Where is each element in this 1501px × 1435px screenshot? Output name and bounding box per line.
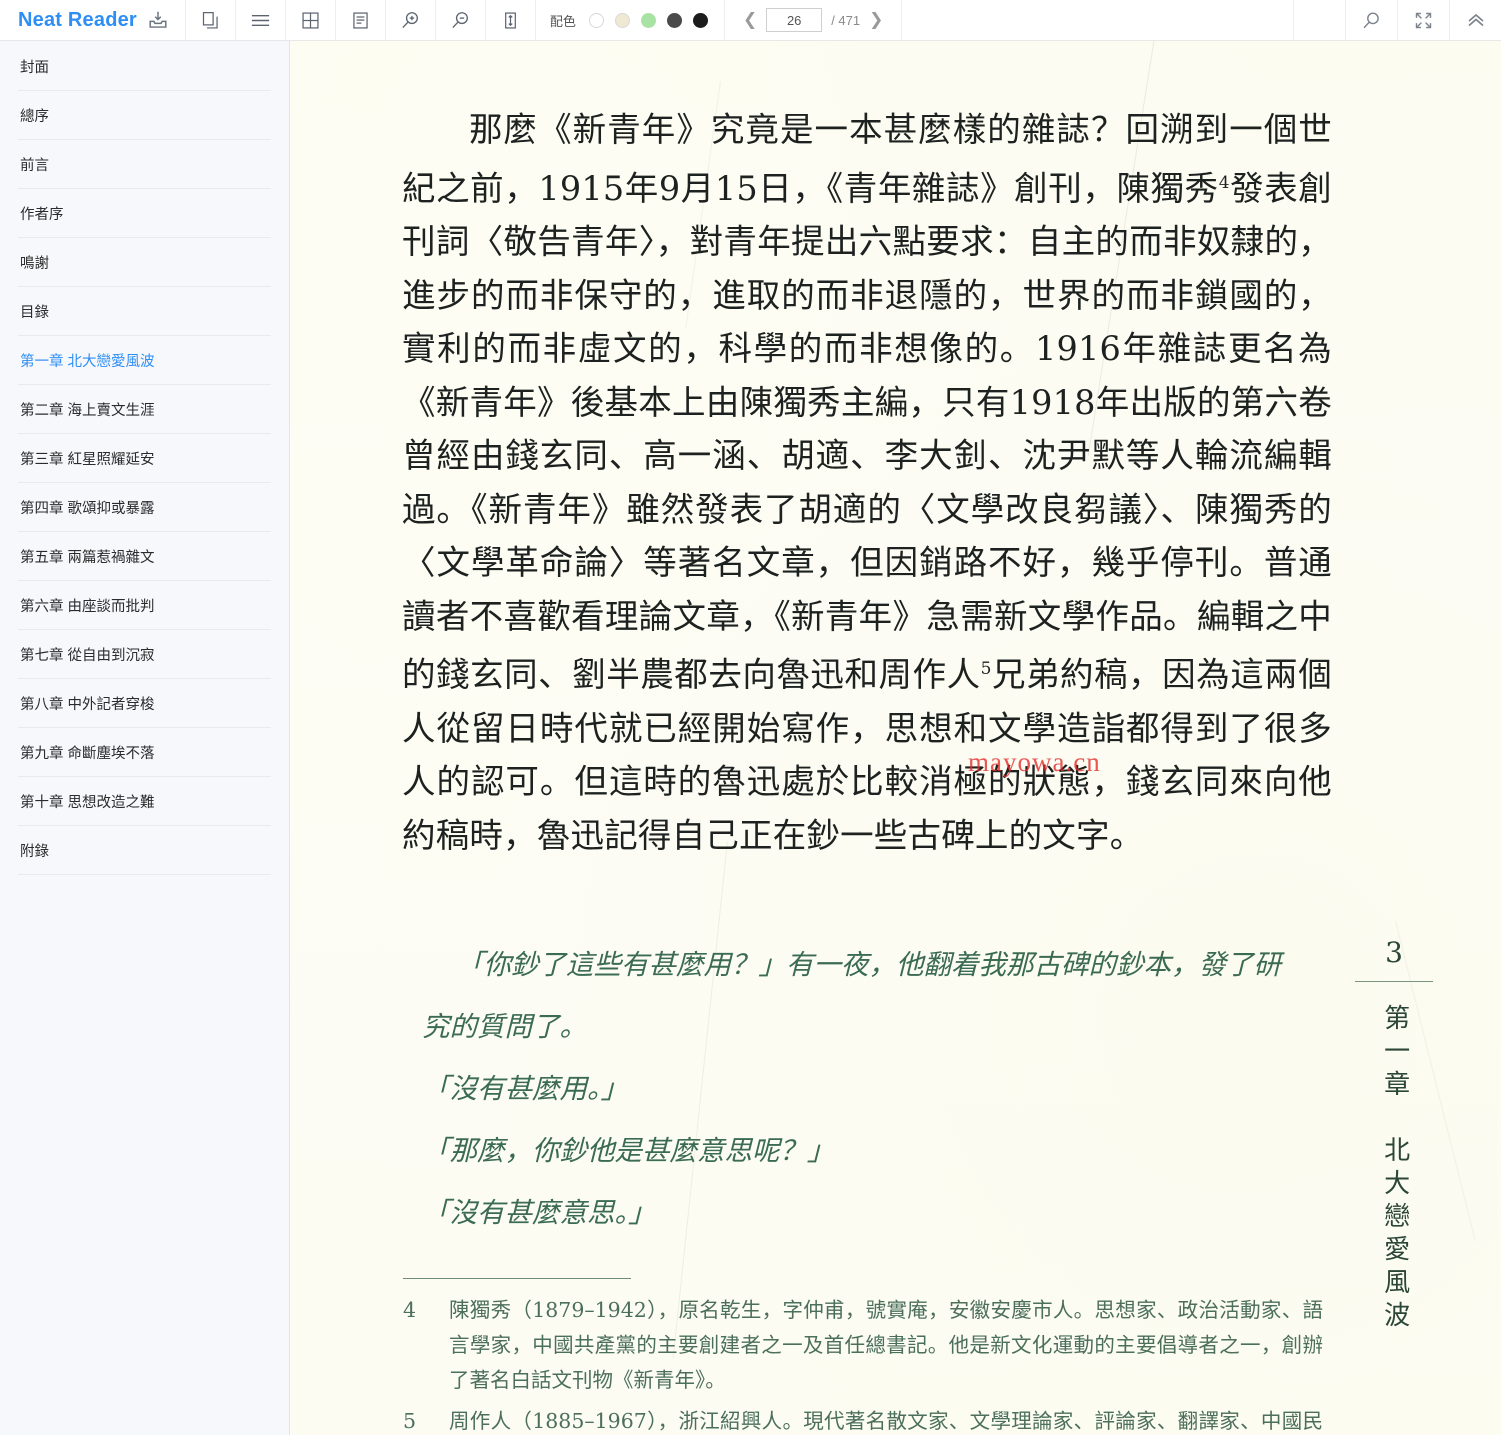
collapse-toolbar-icon[interactable]	[1449, 0, 1501, 40]
swatch-black[interactable]	[692, 12, 708, 28]
fit-height-icon[interactable]	[485, 0, 536, 40]
folio-chapter-title: 第一章 北大戀愛風波	[1379, 1004, 1410, 1334]
page-navigation: ❮ 26 / 471 ❯	[725, 0, 903, 40]
toolbar-tool-buttons	[185, 0, 536, 40]
sidebar-item-chapter-1[interactable]: 第一章 北大戀愛風波	[18, 336, 271, 385]
color-scheme-group: 配色	[536, 0, 725, 40]
footnote-text: 陳獨秀（1879–1942），原名乾生，字仲甫，號實庵，安徽安慶市人。思想家、政…	[449, 1298, 1323, 1392]
swatch-white[interactable]	[588, 12, 604, 28]
page-total-label: / 471	[831, 12, 861, 28]
cloud-sync-icon[interactable]	[1293, 0, 1345, 40]
sidebar-item-chapter-10[interactable]: 第十章 思想改造之難	[18, 777, 271, 826]
reader-viewport[interactable]: 那麼《新青年》究竟是一本甚麼樣的雜誌？回溯到一個世紀之前，1915年9月15日，…	[290, 41, 1501, 1435]
swatch-dark-gray[interactable]	[666, 12, 682, 28]
sidebar-item-contents[interactable]: 目錄	[18, 287, 271, 336]
sidebar-item-chapter-2[interactable]: 第二章 海上賣文生涯	[18, 385, 271, 434]
footnote-item: 5 周作人（1885–1967），浙江紹興人。現代著名散文家、文學理論家、評論家…	[403, 1404, 1323, 1435]
neat-reader-app: Neat Reader 配色 ❮ 26 / 471 ❯ 封面 總序 前言 作者序…	[0, 0, 1501, 1435]
copy-icon[interactable]	[185, 0, 236, 40]
footnotes: 4 陳獨秀（1879–1942），原名乾生，字仲甫，號實庵，安徽安慶市人。思想家…	[403, 1293, 1323, 1435]
sidebar-item-chapter-9[interactable]: 第九章 命斷塵埃不落	[18, 728, 271, 777]
sidebar-item-cover[interactable]: 封面	[18, 42, 271, 91]
grid-layout-icon[interactable]	[285, 0, 336, 40]
main-area: 封面 總序 前言 作者序 鳴謝 目錄 第一章 北大戀愛風波 第二章 海上賣文生涯…	[0, 41, 1501, 1435]
page-number-input[interactable]: 26	[766, 8, 823, 32]
body-paragraph: 那麼《新青年》究竟是一本甚麼樣的雜誌？回溯到一個世紀之前，1915年9月15日，…	[402, 103, 1332, 862]
page-content: 那麼《新青年》究竟是一本甚麼樣的雜誌？回溯到一個世紀之前，1915年9月15日，…	[290, 41, 1501, 1435]
quote-line-4: 「沒有甚麼意思。」	[422, 1197, 656, 1229]
toc-sidebar[interactable]: 封面 總序 前言 作者序 鳴謝 目錄 第一章 北大戀愛風波 第二章 海上賣文生涯…	[0, 41, 290, 1435]
footnote-number: 5	[403, 1409, 417, 1433]
footnote-number: 4	[403, 1298, 417, 1322]
sidebar-item-chapter-7[interactable]: 第七章 從自由到沉寂	[18, 630, 271, 679]
page-layout-icon[interactable]	[335, 0, 386, 40]
fullscreen-icon[interactable]	[1397, 0, 1449, 40]
footnote-item: 4 陳獨秀（1879–1942），原名乾生，字仲甫，號實庵，安徽安慶市人。思想家…	[403, 1293, 1323, 1398]
color-scheme-label: 配色	[549, 13, 576, 29]
footnote-marker-4[interactable]: 4	[1219, 173, 1230, 193]
folio-divider	[1355, 981, 1433, 982]
quote-line-1: 「你鈔了這些有甚麼用？」有一夜，他翻着我那古碑的鈔本，發了研究的質問了。	[422, 949, 1281, 1043]
menu-icon[interactable]	[235, 0, 286, 40]
sidebar-item-chapter-4[interactable]: 第四章 歌頌抑或暴露	[18, 483, 271, 532]
brand-area[interactable]: Neat Reader	[0, 0, 186, 40]
footnote-divider	[403, 1278, 631, 1279]
search-icon[interactable]	[1345, 0, 1397, 40]
sidebar-item-appendix[interactable]: 附錄	[18, 826, 271, 875]
zoom-in-icon[interactable]	[385, 0, 436, 40]
page-folio: 3 第一章 北大戀愛風波	[1355, 936, 1433, 1339]
sidebar-item-foreword[interactable]: 前言	[18, 140, 271, 189]
zoom-out-icon[interactable]	[435, 0, 486, 40]
brand-title: Neat Reader	[18, 8, 137, 31]
book-page: 那麼《新青年》究竟是一本甚麼樣的雜誌？回溯到一個世紀之前，1915年9月15日，…	[290, 41, 1501, 1435]
sidebar-item-author-preface[interactable]: 作者序	[18, 189, 271, 238]
folio-page-number: 3	[1385, 936, 1403, 969]
swatch-green[interactable]	[640, 12, 656, 28]
swatch-sepia[interactable]	[614, 12, 630, 28]
footnote-marker-5[interactable]: 5	[981, 659, 992, 679]
sidebar-item-general-preface[interactable]: 總序	[18, 91, 271, 140]
top-toolbar: Neat Reader 配色 ❮ 26 / 471 ❯	[0, 0, 1501, 41]
footnote-text: 周作人（1885–1967），浙江紹興人。現代著名散文家、文學理論家、評論家、翻…	[449, 1409, 1323, 1433]
sidebar-item-chapter-5[interactable]: 第五章 兩篇惹禍雜文	[18, 532, 271, 581]
sidebar-item-chapter-6[interactable]: 第六章 由座談而批判	[18, 581, 271, 630]
chevron-right-icon[interactable]: ❯	[869, 11, 883, 29]
block-quote: 「你鈔了這些有甚麼用？」有一夜，他翻着我那古碑的鈔本，發了研究的質問了。 「沒有…	[422, 934, 1282, 1244]
toolbar-right-buttons	[1293, 0, 1501, 40]
body-text-part-1: 那麼《新青年》究竟是一本甚麼樣的雜誌？回溯到一個世紀之前，1915年9月15日，…	[402, 110, 1332, 208]
sidebar-item-chapter-8[interactable]: 第八章 中外記者穿梭	[18, 679, 271, 728]
sidebar-item-chapter-3[interactable]: 第三章 紅星照耀延安	[18, 434, 271, 483]
body-text-part-2: 發表創刊詞〈敬告青年〉，對青年提出六點要求：自主的而非奴隸的，進步的而非保守的，…	[402, 168, 1332, 695]
quote-line-3: 「那麼，你鈔他是甚麼意思呢？」	[422, 1135, 835, 1167]
sidebar-item-acknowledgements[interactable]: 鳴謝	[18, 238, 271, 287]
chevron-left-icon[interactable]: ❮	[743, 11, 757, 29]
quote-line-2: 「沒有甚麼用。」	[422, 1073, 629, 1105]
save-to-bookshelf-icon[interactable]	[147, 9, 169, 31]
